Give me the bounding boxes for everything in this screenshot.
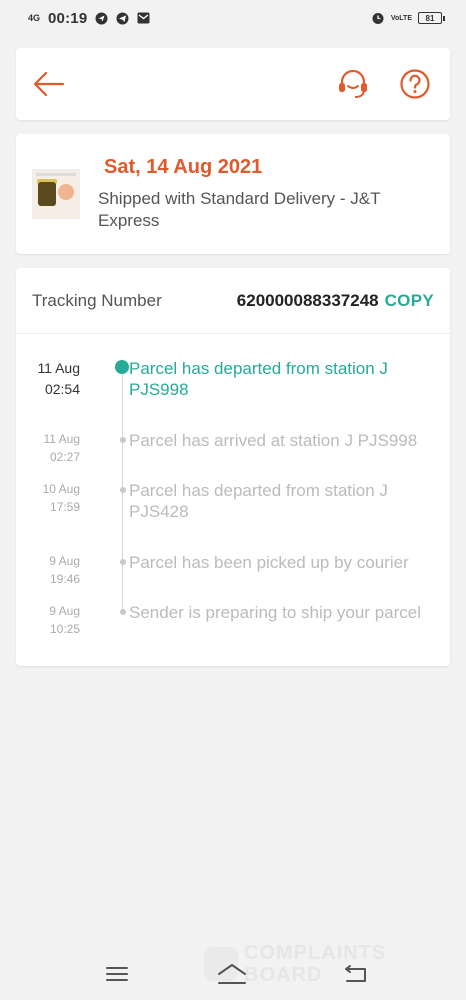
copy-button[interactable]: COPY (385, 291, 434, 311)
event-date: 10 Aug (42, 482, 80, 496)
alarm-icon (371, 11, 385, 25)
shipping-method: Shipped with Standard Delivery - J&T Exp… (98, 189, 381, 230)
event-date: 9 Aug (49, 604, 80, 618)
telegram-icon (116, 12, 129, 25)
product-thumbnail[interactable] (32, 169, 80, 219)
status-time: 00:19 (48, 9, 88, 27)
event-description: Sender is preparing to ship your parcel (129, 603, 421, 622)
tracking-number: 620000088337248 (236, 290, 379, 310)
system-nav-bar (0, 945, 466, 1000)
event-description: Parcel has been picked up by courier (129, 553, 409, 572)
event-time: 19:46 (49, 572, 80, 586)
help-button[interactable] (398, 67, 432, 101)
event-description: Parcel has arrived at station J PJS998 (129, 431, 418, 450)
tracking-number-row: Tracking Number 620000088337248 COPY (16, 268, 450, 334)
question-circle-icon (400, 69, 430, 99)
event-description: Parcel has departed from station J PJS99… (129, 359, 388, 399)
status-bar: 4G 00:19 VoLTE 81 (0, 0, 466, 36)
event-time: 02:27 (49, 450, 80, 464)
delivery-date: Sat, 14 Aug 2021 (104, 156, 263, 178)
event-time: 17:59 (49, 500, 80, 514)
volte-indicator: VoLTE (390, 14, 412, 22)
timeline-dot-active (115, 360, 129, 374)
tracking-number-label: Tracking Number (32, 290, 162, 310)
shipment-card: Sat, 14 Aug 2021 Shipped with Standard D… (16, 134, 450, 254)
timeline-dot (120, 437, 126, 443)
event-description: Parcel has departed from station J PJS42… (129, 481, 388, 521)
tracking-card: Tracking Number 620000088337248 COPY 11 … (16, 268, 450, 666)
back-button[interactable] (32, 67, 66, 101)
event-time: 10:25 (49, 622, 80, 636)
home-icon (218, 964, 246, 984)
menu-icon (106, 967, 128, 981)
timeline-dot (120, 487, 126, 493)
mail-icon (137, 12, 150, 24)
event-date: 11 Aug (37, 360, 80, 376)
network-indicator: 4G (28, 12, 41, 23)
back-nav-button[interactable] (338, 960, 372, 988)
timeline-dot (120, 559, 126, 565)
event-date: 11 Aug (43, 432, 80, 446)
arrow-left-icon (33, 71, 65, 97)
headset-icon (339, 69, 367, 98)
battery-indicator: 81 (418, 12, 445, 24)
home-button[interactable] (215, 960, 249, 988)
event-date: 9 Aug (49, 554, 80, 568)
recent-apps-button[interactable] (100, 960, 134, 988)
customer-support-button[interactable] (336, 67, 370, 101)
event-time: 02:54 (44, 381, 80, 397)
top-app-bar (16, 48, 450, 120)
navigation-icon (95, 12, 108, 25)
timeline-dot (120, 609, 126, 615)
back-icon (345, 965, 366, 982)
